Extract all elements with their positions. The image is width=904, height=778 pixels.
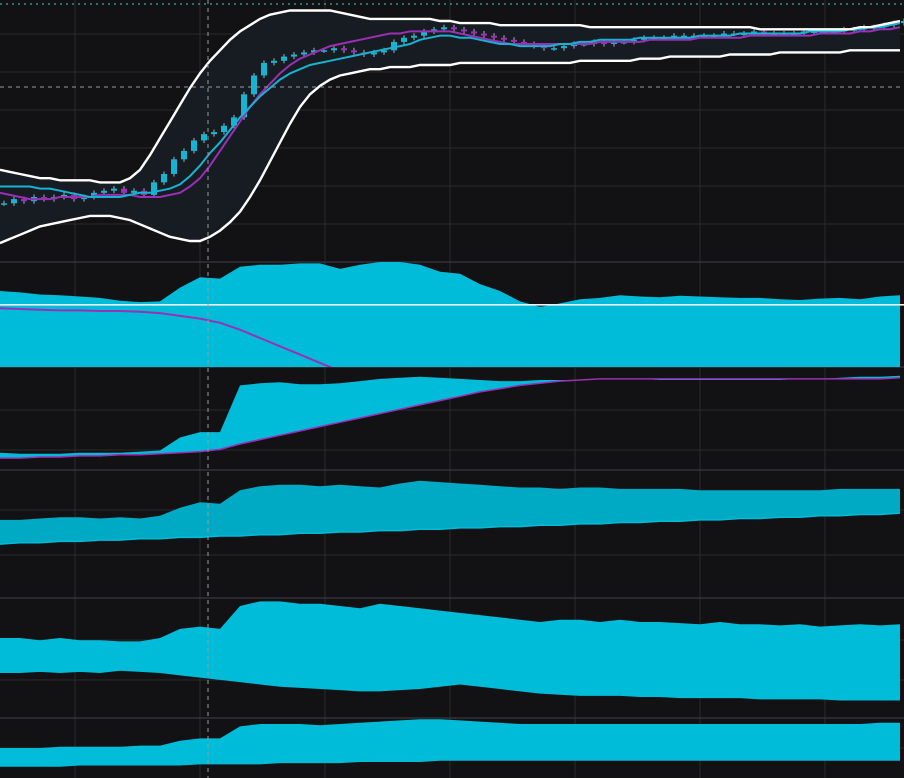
candle-body-13	[131, 190, 137, 193]
chart-canvas[interactable]	[0, 0, 904, 778]
candle-body-50	[501, 37, 507, 40]
candle-body-27	[271, 60, 277, 63]
candle-body-48	[481, 33, 487, 36]
candle-body-22	[221, 125, 227, 133]
candle-body-47	[471, 31, 477, 34]
candle-body-33	[331, 48, 337, 51]
candle-body-25	[251, 75, 257, 95]
candle-body-51	[511, 39, 517, 42]
candle-body-30	[301, 52, 307, 55]
chart-root	[0, 0, 904, 778]
candle-body-34	[341, 48, 347, 51]
candle-body-17	[171, 159, 177, 174]
candle-body-29	[291, 54, 297, 57]
candle-body-26	[261, 62, 267, 76]
candle-body-18	[181, 150, 187, 160]
candle-body-21	[211, 132, 217, 135]
candle-body-10	[101, 190, 107, 193]
candle-body-55	[551, 48, 557, 50]
candle-body-40	[401, 37, 407, 42]
candle-body-49	[491, 35, 497, 38]
candle-body-0	[1, 203, 7, 205]
candle-body-11	[111, 188, 117, 191]
candle-body-2	[21, 199, 27, 202]
candle-body-28	[281, 56, 287, 61]
candle-body-44	[441, 27, 447, 30]
candle-body-45	[451, 27, 457, 30]
candle-body-19	[191, 140, 197, 151]
candle-body-20	[201, 134, 207, 141]
candle-body-41	[411, 35, 417, 38]
candle-body-16	[161, 173, 167, 183]
candle-body-1	[11, 199, 17, 204]
candle-body-56	[561, 46, 567, 49]
candle-body-35	[351, 50, 357, 53]
candle-body-46	[461, 29, 467, 32]
candle-body-12	[121, 188, 127, 193]
